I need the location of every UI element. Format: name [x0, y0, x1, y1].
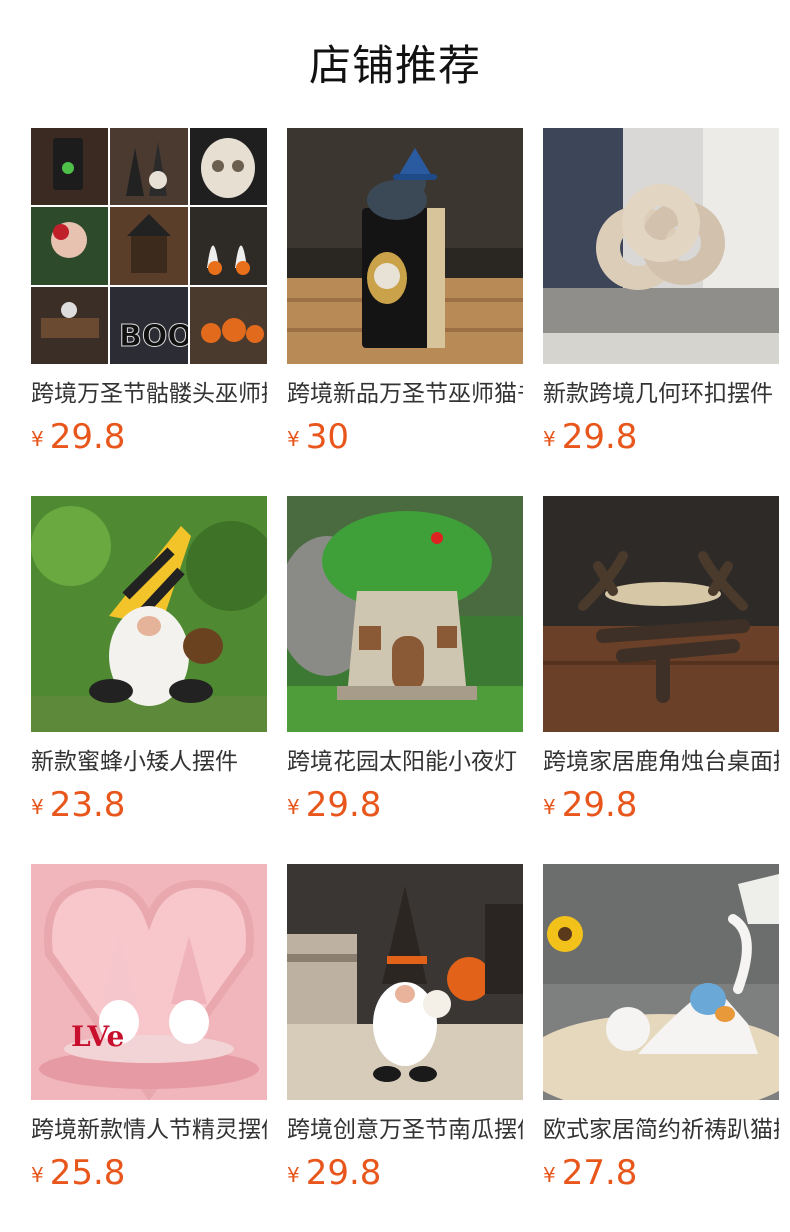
product-price: ¥29.8: [31, 416, 125, 458]
svg-text:BOO: BOO: [119, 319, 193, 354]
price-amount: 27.8: [561, 1153, 638, 1193]
halloween-collage-image[interactable]: BOO: [31, 128, 267, 364]
product-name[interactable]: 跨境花园太阳能小夜灯: [287, 744, 523, 780]
price-amount: 29.8: [305, 785, 382, 825]
currency-symbol: ¥: [287, 1163, 300, 1187]
currency-symbol: ¥: [543, 427, 556, 451]
mushroom-house-image[interactable]: [287, 496, 523, 732]
product-card[interactable]: 欧式家居简约祈祷趴猫摆件 ¥27.8: [543, 864, 779, 1204]
product-price: ¥23.8: [31, 784, 125, 826]
antler-candle-holder-image[interactable]: [543, 496, 779, 732]
product-card[interactable]: 跨境新品万圣节巫师猫书本摆件 ¥30: [287, 128, 523, 468]
product-name[interactable]: 新款蜜蜂小矮人摆件: [31, 744, 267, 780]
knot-sculpture-image[interactable]: [543, 128, 779, 364]
price-amount: 29.8: [561, 785, 638, 825]
product-price: ¥30: [287, 416, 349, 458]
witch-cat-book-image[interactable]: [287, 128, 523, 364]
currency-symbol: ¥: [31, 1163, 44, 1187]
currency-symbol: ¥: [287, 795, 300, 819]
valentine-gnomes-image[interactable]: LVe: [31, 864, 267, 1100]
bee-gnome-image[interactable]: [31, 496, 267, 732]
product-card[interactable]: LVe 跨境新款情人节精灵摆件 ¥25.8: [31, 864, 267, 1204]
currency-symbol: ¥: [31, 427, 44, 451]
price-amount: 25.8: [49, 1153, 126, 1193]
product-name[interactable]: 新款跨境几何环扣摆件: [543, 376, 779, 412]
product-price: ¥29.8: [287, 1152, 381, 1194]
product-card[interactable]: 新款跨境几何环扣摆件 ¥29.8: [543, 128, 779, 468]
pumpkin-gnome-image[interactable]: [287, 864, 523, 1100]
price-amount: 29.8: [305, 1153, 382, 1193]
currency-symbol: ¥: [543, 795, 556, 819]
product-card[interactable]: 跨境花园太阳能小夜灯 ¥29.8: [287, 496, 523, 836]
product-name[interactable]: 跨境家居鹿角烛台桌面摆件: [543, 744, 779, 780]
price-amount: 29.8: [561, 417, 638, 457]
product-name[interactable]: 跨境创意万圣节南瓜摆件: [287, 1112, 523, 1148]
product-name[interactable]: 欧式家居简约祈祷趴猫摆件: [543, 1112, 779, 1148]
product-card[interactable]: 新款蜜蜂小矮人摆件 ¥23.8: [31, 496, 267, 836]
product-card[interactable]: 跨境家居鹿角烛台桌面摆件 ¥29.8: [543, 496, 779, 836]
stretching-cat-image[interactable]: [543, 864, 779, 1100]
currency-symbol: ¥: [31, 795, 44, 819]
price-amount: 23.8: [49, 785, 126, 825]
product-name[interactable]: 跨境新品万圣节巫师猫书本摆件: [287, 376, 523, 412]
product-name[interactable]: 跨境万圣节骷髅头巫师摆件: [31, 376, 267, 412]
product-card[interactable]: BOO 跨境万圣节骷髅头巫师摆件 ¥29.8: [31, 128, 267, 468]
product-price: ¥29.8: [287, 784, 381, 826]
product-price: ¥25.8: [31, 1152, 125, 1194]
currency-symbol: ¥: [543, 1163, 556, 1187]
page-title: 店铺推荐: [308, 41, 481, 90]
product-name[interactable]: 跨境新款情人节精灵摆件: [31, 1112, 267, 1148]
product-card[interactable]: 跨境创意万圣节南瓜摆件 ¥29.8: [287, 864, 523, 1204]
product-price: ¥29.8: [543, 416, 637, 458]
svg-text:LVe: LVe: [71, 1020, 124, 1053]
product-price: ¥29.8: [543, 784, 637, 826]
price-amount: 29.8: [49, 417, 126, 457]
price-amount: 30: [305, 417, 349, 457]
product-price: ¥27.8: [543, 1152, 637, 1194]
currency-symbol: ¥: [287, 427, 300, 451]
